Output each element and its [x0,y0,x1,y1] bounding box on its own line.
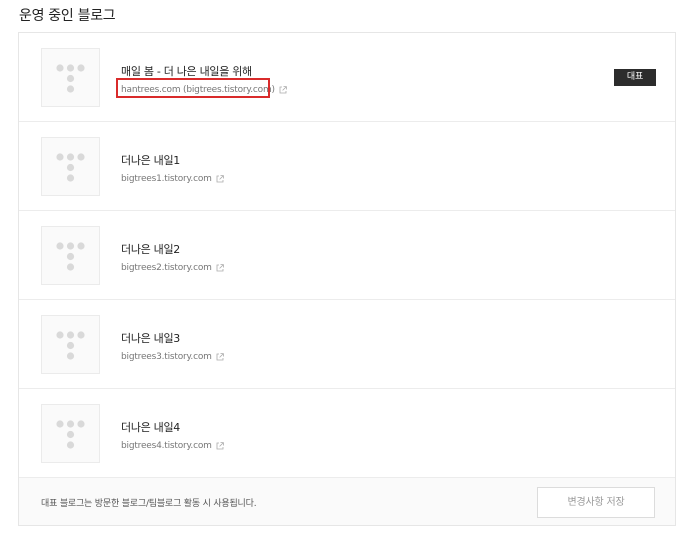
blog-name[interactable]: 더나은 내일1 [121,152,180,168]
section-title: 운영 중인 블로그 [19,8,116,24]
external-link-icon[interactable] [216,175,224,183]
blog-thumbnail[interactable] [41,48,100,107]
save-changes-button[interactable]: 변경사항 저장 [537,487,655,518]
external-link-icon[interactable] [216,264,224,272]
blog-item[interactable]: 더나은 내일4 bigtrees4.tistory.com [19,389,675,478]
blog-item[interactable]: 더나은 내일1 bigtrees1.tistory.com [19,122,675,211]
blog-url[interactable]: bigtrees2.tistory.com [121,263,212,273]
external-link-icon[interactable] [216,353,224,361]
blog-name[interactable]: 더나은 내일2 [121,241,180,257]
panel-footer: 대표 블로그는 방문한 블로그/팀블로그 활동 시 사용됩니다. 변경사항 저장 [19,477,675,525]
external-link-icon[interactable] [216,442,224,450]
blog-name[interactable]: 매일 봄 - 더 나은 내일을 위해 [121,63,252,79]
blog-url[interactable]: bigtrees1.tistory.com [121,174,212,184]
blog-thumbnail[interactable] [41,315,100,374]
external-link-icon[interactable] [279,86,287,94]
representative-badge: 대표 [614,69,656,86]
tistory-logo-icon [56,331,85,360]
tistory-logo-icon [56,153,85,182]
blog-name[interactable]: 더나은 내일3 [121,330,180,346]
blog-thumbnail[interactable] [41,137,100,196]
blog-thumbnail[interactable] [41,226,100,285]
blog-url[interactable]: bigtrees3.tistory.com [121,352,212,362]
tistory-logo-icon [56,420,85,449]
blog-url[interactable]: bigtrees4.tistory.com [121,441,212,451]
highlight-box [116,78,270,98]
blog-item[interactable]: 더나은 내일3 bigtrees3.tistory.com [19,300,675,389]
blog-thumbnail[interactable] [41,404,100,463]
blog-item[interactable]: 매일 봄 - 더 나은 내일을 위해 hantrees.com (bigtree… [19,33,675,122]
blog-name[interactable]: 더나은 내일4 [121,419,180,435]
tistory-logo-icon [56,64,85,93]
footer-note: 대표 블로그는 방문한 블로그/팀블로그 활동 시 사용됩니다. [41,499,257,509]
tistory-logo-icon [56,242,85,271]
blog-item[interactable]: 더나은 내일2 bigtrees2.tistory.com [19,211,675,300]
blog-list-panel: 매일 봄 - 더 나은 내일을 위해 hantrees.com (bigtree… [18,32,676,526]
